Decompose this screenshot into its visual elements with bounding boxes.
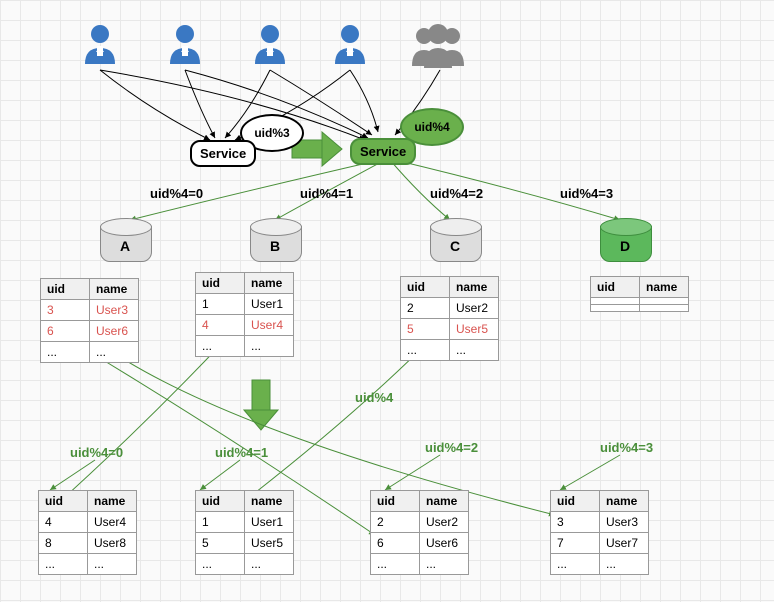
shard-label-1: uid%4=1 xyxy=(300,186,353,201)
table-row: ...... xyxy=(371,554,469,575)
col-uid: uid xyxy=(371,491,420,512)
user-icon xyxy=(80,22,120,68)
table-row: 4User4 xyxy=(39,512,137,533)
table-row: ...... xyxy=(401,340,499,361)
table-d-bottom: uidname3User37User7...... xyxy=(550,490,649,575)
col-name: name xyxy=(600,491,649,512)
table-b-bottom: uidname1User15User5...... xyxy=(195,490,294,575)
col-name: name xyxy=(640,277,689,298)
reshard-label-3: uid%4=3 xyxy=(600,440,653,455)
col-name: name xyxy=(245,491,294,512)
col-name: name xyxy=(450,277,499,298)
col-uid: uid xyxy=(41,279,90,300)
table-row: 3User3 xyxy=(551,512,649,533)
bubble-text: uid%3 xyxy=(254,126,289,140)
col-uid: uid xyxy=(39,491,88,512)
user-icon xyxy=(250,22,290,68)
table-row: 2User2 xyxy=(401,298,499,319)
col-uid: uid xyxy=(196,273,245,294)
table-row: ...... xyxy=(196,554,294,575)
table-a-top: uidname3User36User6...... xyxy=(40,278,139,363)
table-a-bottom: uidname4User48User8...... xyxy=(38,490,137,575)
table-row: ...... xyxy=(41,342,139,363)
col-name: name xyxy=(245,273,294,294)
table-row: ...... xyxy=(551,554,649,575)
col-uid: uid xyxy=(401,277,450,298)
shard-label-2: uid%4=2 xyxy=(430,186,483,201)
table-c-bottom: uidname2User26User6...... xyxy=(370,490,469,575)
shard-label-3: uid%4=3 xyxy=(560,186,613,201)
service-box-left: Service xyxy=(190,140,256,167)
table-row: 8User8 xyxy=(39,533,137,554)
table-row xyxy=(591,298,689,305)
user-group-icon xyxy=(408,22,468,70)
table-row: 7User7 xyxy=(551,533,649,554)
col-uid: uid xyxy=(196,491,245,512)
col-uid: uid xyxy=(551,491,600,512)
table-row: 6User6 xyxy=(371,533,469,554)
reshard-label-1: uid%4=1 xyxy=(215,445,268,460)
col-uid: uid xyxy=(591,277,640,298)
table-row: 6User6 xyxy=(41,321,139,342)
table-row: 4User4 xyxy=(196,315,294,336)
reshard-label-2: uid%4=2 xyxy=(425,440,478,455)
table-row: 1User1 xyxy=(196,512,294,533)
db-cylinder-c: C xyxy=(430,218,480,262)
table-row: 5User5 xyxy=(401,319,499,340)
table-row: ...... xyxy=(196,336,294,357)
table-row: 5User5 xyxy=(196,533,294,554)
user-icon xyxy=(165,22,205,68)
service-box-right: Service xyxy=(350,138,416,165)
table-row xyxy=(591,305,689,312)
bubble-text: uid%4 xyxy=(414,120,449,134)
table-row: 2User2 xyxy=(371,512,469,533)
col-name: name xyxy=(88,491,137,512)
db-cylinder-d: D xyxy=(600,218,650,262)
table-row: ...... xyxy=(39,554,137,575)
shard-label-0: uid%4=0 xyxy=(150,186,203,201)
table-c-top: uidname2User25User5...... xyxy=(400,276,499,361)
table-d-top: uidname xyxy=(590,276,689,312)
col-name: name xyxy=(420,491,469,512)
reshard-label-0: uid%4=0 xyxy=(70,445,123,460)
table-row: 1User1 xyxy=(196,294,294,315)
user-icon xyxy=(330,22,370,68)
middle-arrow-label: uid%4 xyxy=(355,390,393,405)
col-name: name xyxy=(90,279,139,300)
db-cylinder-b: B xyxy=(250,218,300,262)
db-cylinder-a: A xyxy=(100,218,150,262)
table-row: 3User3 xyxy=(41,300,139,321)
table-b-top: uidname1User14User4...... xyxy=(195,272,294,357)
